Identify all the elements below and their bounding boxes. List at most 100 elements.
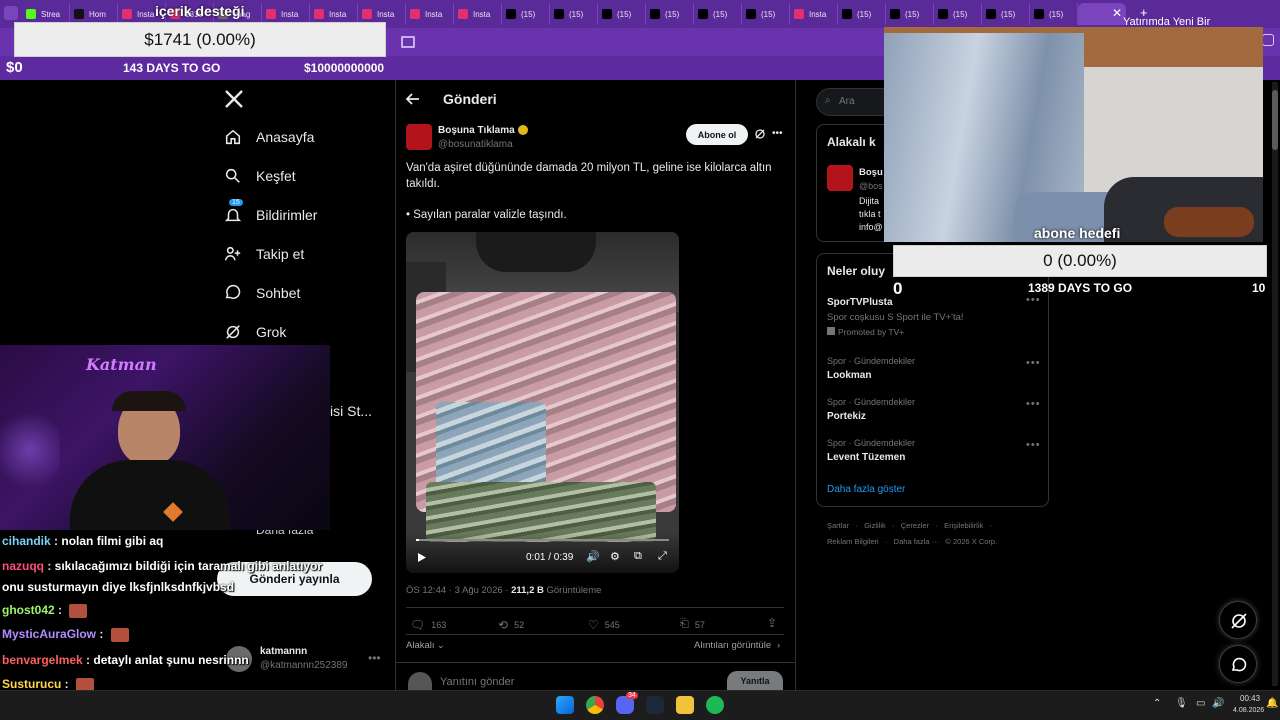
network-icon[interactable]: ▭ [1196,698,1205,709]
like-action[interactable]: ♡ 545 [588,618,620,632]
page-scrollbar[interactable] [1272,82,1278,686]
related-handle[interactable]: @bos [859,181,883,191]
browser-tab[interactable]: Insta [454,3,502,25]
browser-tab[interactable]: (15) [1030,3,1078,25]
related-avatar[interactable] [827,165,853,191]
x-logo-icon[interactable] [224,89,244,109]
chat-username[interactable]: MysticAuraGlow [2,627,96,641]
chevron-right-icon[interactable]: › [777,640,780,651]
promo-name[interactable]: SporTVPlusta [827,297,893,308]
browser-tab-label: (15) [521,9,536,19]
play-icon[interactable] [417,552,427,563]
file-explorer-icon[interactable] [676,696,694,714]
chat-separator: : [44,559,55,573]
reader-icon[interactable] [400,34,416,50]
trend-more-icon[interactable]: ••• [1026,294,1041,306]
steam-icon[interactable] [646,696,664,714]
fullscreen-icon[interactable]: ⤢ [658,550,667,563]
bookmark-action[interactable]: ⎗ 57 [680,618,705,631]
browser-tab[interactable]: Insta [406,3,454,25]
video-progress-bar[interactable] [416,539,669,541]
browser-tab[interactable]: (15) [646,3,694,25]
share-icon[interactable]: ⇪ [767,616,777,630]
volume-tray-icon[interactable]: 🔊 [1212,698,1224,709]
related-title: Alakalı k [827,135,876,149]
tab-actions-icon[interactable] [4,6,18,20]
grok-float-button[interactable] [1219,601,1257,639]
account-name[interactable]: katmannn [260,646,307,657]
browser-tab[interactable]: (15) [742,3,790,25]
nav-item-4[interactable]: Takip et [224,245,304,263]
author-avatar[interactable] [406,124,432,150]
tray-chevron-icon[interactable]: ⌃ [1153,698,1161,709]
browser-tab[interactable]: (15) [838,3,886,25]
back-arrow-icon[interactable] [406,92,420,106]
chevron-down-icon[interactable]: ⌄ [437,640,445,651]
spotify-icon[interactable] [706,696,724,714]
clock-date[interactable]: 4.08.2026 [1233,707,1264,714]
post-text-2: • Sayılan paralar valizle taşındı. [406,209,567,221]
trend-item[interactable]: Spor · Gündemdekiler Portekiz [827,397,915,422]
browser-tab[interactable]: (15) [886,3,934,25]
chat-username[interactable]: benvargelmek [2,653,83,667]
browser-menu-icon[interactable] [1262,34,1274,46]
close-tab-icon[interactable]: ✕ [1112,6,1122,20]
chat-username[interactable]: cihandik [2,534,51,548]
view-quotes-link[interactable]: Alıntıları görüntüle [694,640,771,651]
volume-icon[interactable]: 🔊 [586,550,600,563]
trend-item[interactable]: Spor · Gündemdekiler Lookman [827,356,915,381]
browser-tab[interactable]: (15) [934,3,982,25]
browser-tab[interactable]: (15) [598,3,646,25]
nav-partial-label-2[interactable]: isi St... [330,403,372,419]
browser-tab[interactable]: (15) [550,3,598,25]
x-icon [938,9,948,19]
bookmark-count: 57 [694,619,705,630]
microphone-icon[interactable]: 🎙 [1175,698,1188,709]
reply-submit-button[interactable]: Yanıtla [727,671,783,690]
reply-input[interactable]: Yanıtını gönder [440,676,514,688]
clock-time[interactable]: 00:43 [1240,694,1260,703]
trend-more-icon[interactable]: ••• [1026,439,1041,451]
nav-item-5[interactable]: Sohbet [224,284,300,302]
trend-item[interactable]: Spor · Gündemdekiler Levent Tüzemen [827,438,915,463]
windows-start-icon[interactable] [556,696,574,714]
notifications-icon[interactable]: 🔔 [1266,698,1278,709]
chat-icon [1231,657,1247,672]
nav-item-6[interactable]: Grok [224,323,286,341]
settings-icon[interactable]: ⚙ [610,550,620,563]
post-video[interactable]: 0:01 / 0:39 🔊 ⚙ ⧉ ⤢ [406,232,679,573]
author-name[interactable]: Boşuna Tıklama [438,125,515,136]
footer-links-2[interactable]: Reklam Bilgileri · Daha fazla ··· © 2026… [827,537,997,546]
promo-desc: Spor coşkusu S Sport ile TV+'ta! [827,312,964,323]
subscribe-button[interactable]: Abone ol [686,124,748,145]
sub-goal-days: 1389 DAYS TO GO [1028,281,1133,295]
trend-more-icon[interactable]: ••• [1026,357,1041,369]
reply-action[interactable]: 🗨 163 [410,618,446,632]
chat-username[interactable]: Susturucu [2,677,61,691]
show-more-link[interactable]: Daha fazla göster [827,484,905,495]
author-handle[interactable]: @bosunatiklama [438,139,513,150]
footer-links-1[interactable]: Şartlar · Gizlilik · Çerezler · Erişileb… [827,521,992,530]
chat-username[interactable]: ghost042 [2,603,55,617]
chrome-icon[interactable] [586,696,604,714]
account-handle[interactable]: @katmannn252389 [260,660,347,671]
chat-username[interactable]: nazuqq [2,559,44,573]
grok-icon[interactable] [754,128,766,140]
browser-tab[interactable]: Insta [790,3,838,25]
related-name[interactable]: Boşu [859,167,883,178]
account-more-icon[interactable]: ••• [368,651,381,665]
nav-item-2[interactable]: Keşfet [224,167,296,185]
nav-item-1[interactable]: Anasayfa [224,128,314,146]
pip-icon[interactable]: ⧉ [634,550,642,563]
messages-float-button[interactable] [1219,645,1257,683]
browser-tab[interactable]: (15) [694,3,742,25]
nav-item-3[interactable]: Bildirimler 15 [224,199,317,224]
chat-message: nazuqq : sıkılacağımızı bildiği için tar… [2,559,322,573]
donation-goal-bar: $1741 (0.00%) [14,22,386,57]
browser-tab[interactable]: (15) [982,3,1030,25]
post-more-icon[interactable]: ••• [772,128,783,139]
sort-relevant[interactable]: Alakalı [406,640,435,651]
browser-tab[interactable]: (15) [502,3,550,25]
trend-more-icon[interactable]: ••• [1026,398,1041,410]
repost-action[interactable]: ⟲ 52 [498,618,524,632]
